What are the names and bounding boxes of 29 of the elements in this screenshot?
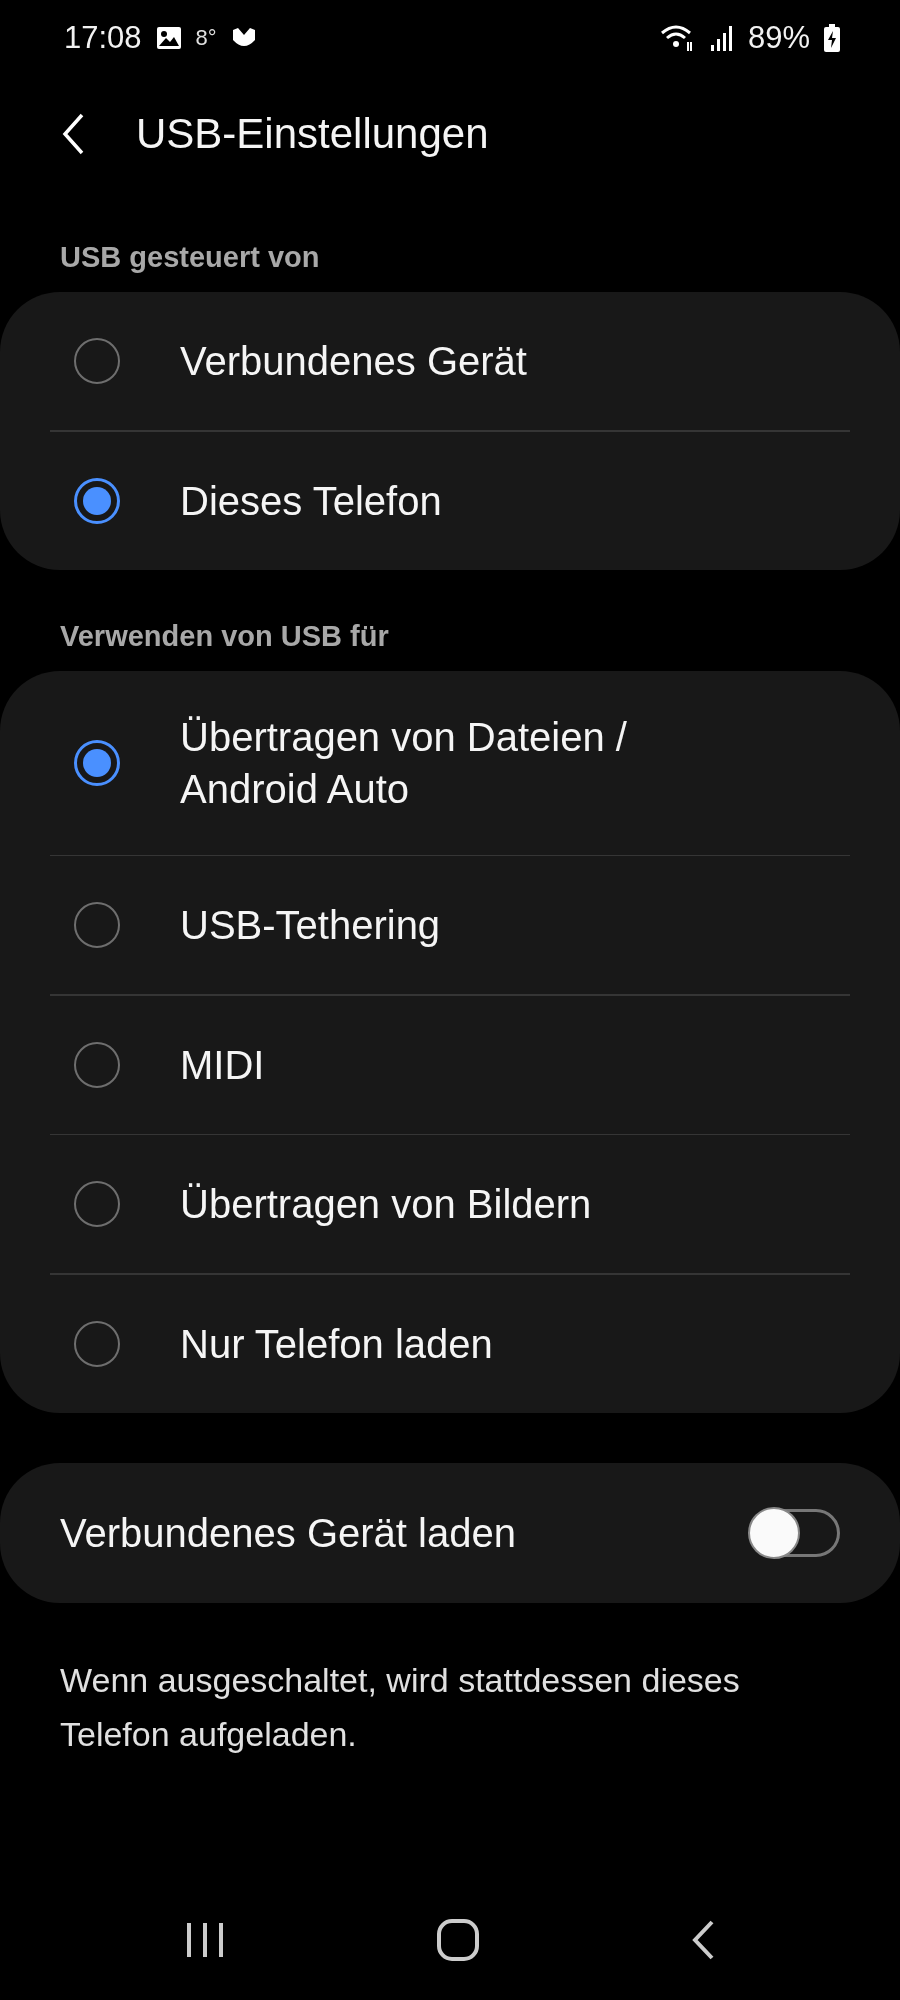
option-label[interactable]: Dieses Telefon xyxy=(180,474,442,527)
section-label: USB gesteuert von xyxy=(59,240,321,275)
option-label[interactable]: Übertragen von Bildern xyxy=(180,1178,592,1230)
radio-button[interactable] xyxy=(74,338,120,384)
radio-button[interactable] xyxy=(74,1041,120,1088)
hint-text: Wenn ausgeschaltet, wird stattdessen dieses Telefon aufgeladen. xyxy=(59,1659,741,1755)
radio-button[interactable] xyxy=(74,477,120,524)
radio-button[interactable] xyxy=(74,739,120,786)
signal-icon xyxy=(709,25,734,51)
option-label[interactable]: MIDI xyxy=(180,1038,265,1091)
option-label[interactable]: Übertragen von Dateien / Android Auto xyxy=(180,710,627,815)
section-label: Verwenden von USB für xyxy=(59,618,390,654)
option-label[interactable]: USB-Tethering xyxy=(180,899,441,951)
home-icon[interactable] xyxy=(436,1918,480,1962)
option-label[interactable]: Nur Telefon laden xyxy=(180,1317,493,1370)
recent-apps-icon[interactable] xyxy=(185,1921,226,1959)
option-label[interactable]: Verbundenes Gerät xyxy=(180,335,527,387)
radio-button[interactable] xyxy=(74,1320,120,1367)
battery-icon xyxy=(824,24,840,52)
battery-percent: 89% xyxy=(747,20,810,56)
status-time: 17:08 xyxy=(64,20,142,56)
radio-button[interactable] xyxy=(74,902,120,948)
back-icon[interactable] xyxy=(690,1919,715,1961)
toggle-switch[interactable] xyxy=(750,1508,840,1557)
radio-button[interactable] xyxy=(74,1181,120,1227)
gallery-icon xyxy=(155,26,182,50)
temperature: 8° xyxy=(195,25,217,51)
toggle-label: Verbundenes Gerät laden xyxy=(60,1509,516,1557)
page-title: USB-Einstellungen xyxy=(136,109,489,158)
